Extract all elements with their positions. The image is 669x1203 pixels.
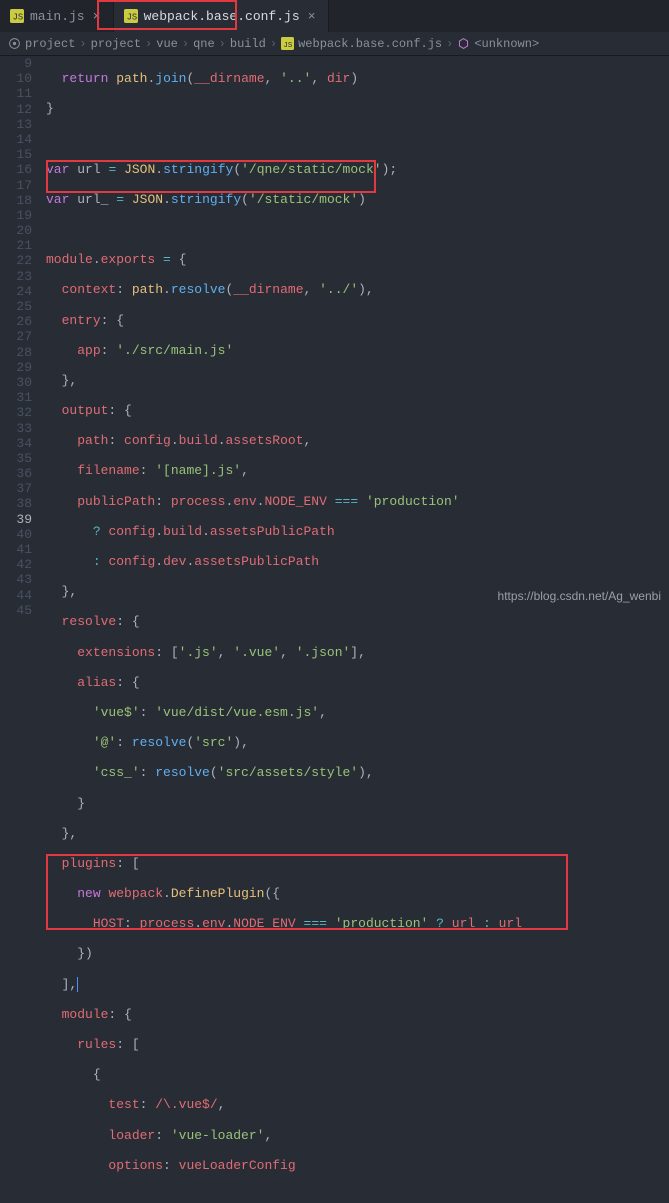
editor[interactable]: 9 10 11 12 13 14 15 16 17 18 19 20 21 22… [0, 56, 669, 609]
breadcrumb[interactable]: project› project› vue› qne› build› JS we… [0, 32, 669, 56]
js-file-icon: JS [10, 9, 24, 23]
js-file-icon: JS [124, 9, 138, 23]
close-icon[interactable]: × [91, 9, 103, 24]
tab-mainjs[interactable]: JS main.js × [0, 0, 114, 32]
tab-label: main.js [30, 9, 85, 24]
svg-text:JS: JS [126, 13, 137, 23]
code-area[interactable]: return path.join(__dirname, '..', dir) }… [46, 56, 669, 609]
cube-icon [457, 37, 470, 50]
svg-text:JS: JS [13, 13, 24, 23]
close-icon[interactable]: × [306, 9, 318, 24]
js-file-icon: JS [281, 37, 294, 50]
tab-label: webpack.base.conf.js [144, 9, 300, 24]
breadcrumb-item[interactable]: project [25, 37, 75, 51]
gutter: 9 10 11 12 13 14 15 16 17 18 19 20 21 22… [0, 56, 46, 609]
watermark: https://blog.csdn.net/Ag_wenbi [498, 589, 661, 603]
breadcrumb-item[interactable]: webpack.base.conf.js [298, 37, 442, 51]
breadcrumb-item[interactable]: build [230, 37, 266, 51]
tab-webpackconf[interactable]: JS webpack.base.conf.js × [114, 0, 329, 32]
target-icon [8, 37, 21, 50]
cursor [77, 977, 78, 992]
breadcrumb-item[interactable]: vue [156, 37, 178, 51]
svg-text:JS: JS [284, 42, 293, 50]
tab-bar: JS main.js × JS webpack.base.conf.js × [0, 0, 669, 32]
breadcrumb-item[interactable]: project [91, 37, 141, 51]
breadcrumb-item[interactable]: qne [193, 37, 215, 51]
breadcrumb-item[interactable]: <unknown> [474, 37, 539, 51]
